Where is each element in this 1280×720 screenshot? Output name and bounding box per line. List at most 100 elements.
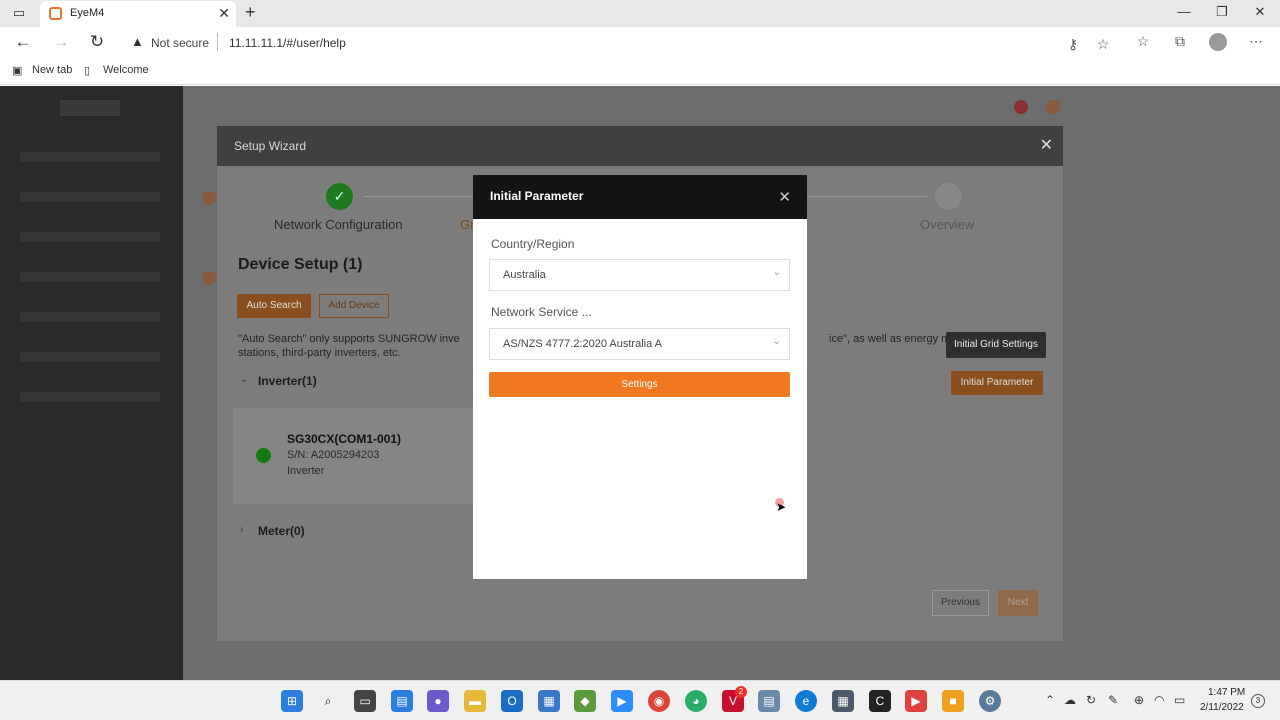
- sidebar: [0, 86, 183, 680]
- auto-search-button[interactable]: Auto Search: [237, 294, 311, 318]
- forward-icon[interactable]: →: [50, 32, 72, 52]
- settings-gear-icon[interactable]: ⚙: [979, 690, 1001, 712]
- online-status-icon: [256, 448, 271, 463]
- chevron-right-icon[interactable]: ›: [240, 524, 243, 535]
- calculator-icon[interactable]: ▦: [832, 690, 854, 712]
- wizard-close-icon[interactable]: ✕: [1040, 135, 1053, 155]
- favorite-new-tab[interactable]: New tab: [32, 64, 72, 76]
- wechat-icon[interactable]: ◕: [685, 690, 707, 712]
- url-text[interactable]: 11.11.11.1/#/user/help: [229, 36, 346, 50]
- wifi-icon[interactable]: ◠: [1154, 693, 1164, 707]
- store-icon[interactable]: ▦: [538, 690, 560, 712]
- notification-badge: 2: [735, 686, 747, 698]
- browser-tab[interactable]: EyeM4 ✕: [40, 1, 236, 27]
- widgets-icon[interactable]: ▤: [391, 690, 413, 712]
- country-select[interactable]: Australia ⌄: [489, 259, 790, 291]
- sidebar-item[interactable]: [20, 272, 160, 282]
- sync-icon[interactable]: ↻: [1086, 693, 1096, 707]
- onedrive-icon[interactable]: ☁: [1064, 693, 1076, 707]
- tooltip: Initial Grid Settings: [946, 332, 1046, 358]
- clion-icon[interactable]: C: [869, 690, 891, 712]
- task-view-icon[interactable]: ▭: [354, 690, 376, 712]
- eyem4-favicon-icon: [49, 7, 62, 20]
- zoom-icon[interactable]: ▶: [611, 690, 633, 712]
- edge-icon[interactable]: e: [795, 690, 817, 712]
- tab-title: EyeM4: [70, 7, 105, 19]
- initial-parameter-button[interactable]: Initial Parameter: [951, 371, 1043, 395]
- step-connector: [364, 196, 474, 197]
- hint-text-line2: stations, third-party inverters, etc.: [238, 347, 401, 359]
- url-divider: [217, 33, 218, 51]
- previous-button[interactable]: Previous: [932, 590, 989, 616]
- notepad-icon[interactable]: ▤: [758, 690, 780, 712]
- file-explorer-icon[interactable]: ▬: [464, 690, 486, 712]
- security-label[interactable]: Not secure: [151, 36, 209, 50]
- inverter-group[interactable]: Inverter(1): [258, 374, 317, 388]
- settings-button[interactable]: Settings: [489, 372, 790, 397]
- page-overlay: Setup Wizard ✕ ✓ Network Configuration G…: [0, 86, 1280, 680]
- address-bar: ← → ↻ ▲ Not secure 11.11.11.1/#/user/hel…: [0, 27, 1280, 58]
- new-tab-icon[interactable]: +: [245, 2, 256, 23]
- taskbar: ⊞ ⌕ ▭ ▤ ● ▬ O ▦ ◆ ▶ ◉ ◕ V ▤ e ▦ C ▶ ■ ⚙ …: [0, 680, 1280, 720]
- device-name: SG30CX(COM1-001): [287, 432, 402, 446]
- tab-actions-icon[interactable]: ▭: [10, 5, 28, 21]
- device-card[interactable]: SG30CX(COM1-001) S/N: A2005294203 Invert…: [233, 408, 483, 504]
- key-icon[interactable]: ⚷: [1063, 36, 1083, 53]
- background-marker: [202, 271, 216, 285]
- minimize-icon[interactable]: —: [1174, 4, 1194, 19]
- pen-icon[interactable]: ✎: [1108, 693, 1118, 707]
- add-favorite-icon[interactable]: ☆: [1093, 36, 1113, 53]
- network-service-select[interactable]: AS/NZS 4777.2:2020 Australia A ⌄: [489, 328, 790, 360]
- step-label-network: Network Configuration: [274, 217, 403, 232]
- sidebar-item[interactable]: [20, 352, 160, 362]
- sidebar-item[interactable]: [20, 392, 160, 402]
- sidebar-item[interactable]: [20, 232, 160, 242]
- sidebar-item[interactable]: [20, 152, 160, 162]
- close-tab-icon[interactable]: ✕: [218, 5, 230, 22]
- start-icon[interactable]: ⊞: [281, 690, 303, 712]
- recorder-icon[interactable]: ■: [942, 690, 964, 712]
- more-icon[interactable]: ⋯: [1246, 33, 1266, 50]
- chat-icon[interactable]: ●: [427, 690, 449, 712]
- url-field[interactable]: ▲ Not secure 11.11.11.1/#/user/help ⚷ ☆: [121, 30, 1121, 55]
- search-icon[interactable]: ⌕: [317, 690, 339, 712]
- next-button[interactable]: Next: [998, 590, 1038, 616]
- app-icon[interactable]: ◆: [574, 690, 596, 712]
- warning-icon[interactable]: ▲: [131, 34, 144, 49]
- modal-close-icon[interactable]: ✕: [778, 188, 791, 206]
- sidebar-logo: [60, 100, 120, 116]
- tab-strip: ▭ EyeM4 ✕ + — ❐ ✕: [0, 0, 1280, 27]
- close-window-icon[interactable]: ✕: [1250, 4, 1270, 20]
- status-icon: [1046, 100, 1060, 114]
- page-icon: ▯: [84, 65, 91, 77]
- favorites-icon[interactable]: ☆: [1133, 33, 1153, 50]
- step-connector: [807, 196, 927, 197]
- profile-avatar[interactable]: [1209, 33, 1227, 51]
- meter-group[interactable]: Meter(0): [258, 524, 305, 538]
- network-service-label: Network Service ...: [491, 305, 592, 319]
- language-icon[interactable]: ⊕: [1134, 693, 1144, 707]
- back-icon[interactable]: ←: [12, 32, 34, 52]
- initial-parameter-modal: Initial Parameter ✕ Country/Region Austr…: [473, 175, 807, 579]
- chevron-down-icon[interactable]: ⌄: [240, 374, 248, 385]
- notification-count[interactable]: 3: [1251, 694, 1265, 708]
- collections-icon[interactable]: ⧉: [1170, 33, 1190, 50]
- camera-icon[interactable]: ▶: [905, 690, 927, 712]
- sidebar-item[interactable]: [20, 312, 160, 322]
- network-service-value: AS/NZS 4777.2:2020 Australia A: [503, 338, 662, 350]
- clock-time[interactable]: 1:47 PM: [1208, 687, 1245, 698]
- refresh-icon[interactable]: ↻: [86, 32, 108, 52]
- wizard-header: Setup Wizard ✕: [217, 126, 1063, 166]
- show-hidden-icons-icon[interactable]: ⌃: [1045, 693, 1055, 707]
- sidebar-item[interactable]: [20, 192, 160, 202]
- battery-icon[interactable]: ▭: [1174, 693, 1185, 707]
- hint-text: "Auto Search" only supports SUNGROW inve: [238, 333, 460, 345]
- chrome-icon[interactable]: ◉: [648, 690, 670, 712]
- outlook-icon[interactable]: O: [501, 690, 523, 712]
- add-device-button[interactable]: Add Device: [319, 294, 389, 318]
- maximize-icon[interactable]: ❐: [1212, 4, 1232, 20]
- modal-header: Initial Parameter ✕: [473, 175, 807, 219]
- chevron-down-icon: ⌄: [772, 267, 781, 278]
- clock-date[interactable]: 2/11/2022: [1200, 702, 1244, 713]
- favorite-welcome[interactable]: Welcome: [103, 64, 149, 76]
